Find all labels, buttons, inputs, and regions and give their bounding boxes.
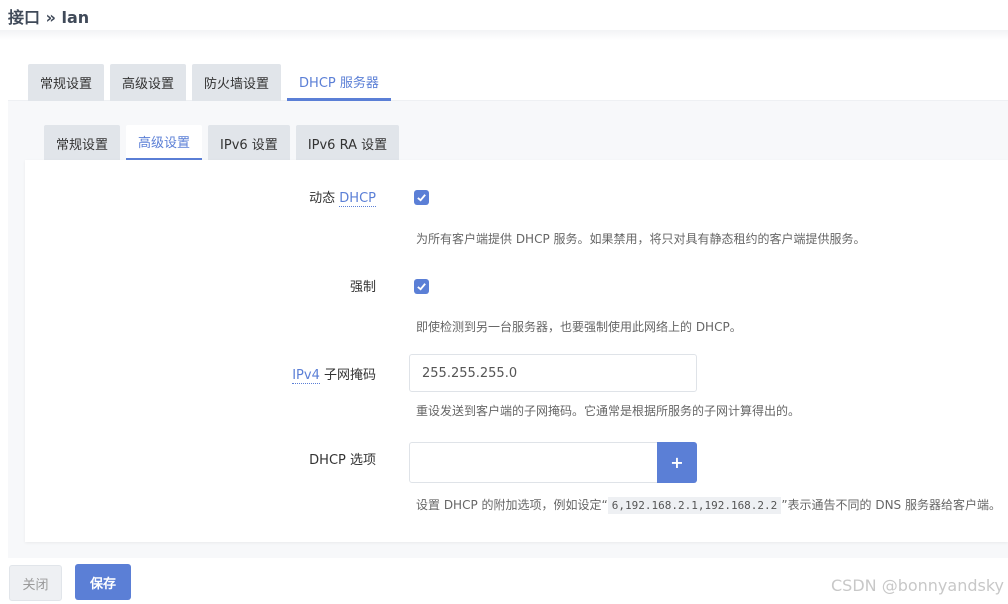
dhcp-options-input[interactable]: [409, 442, 658, 483]
dhcp-options-description: 设置 DHCP 的附加选项，例如设定“ 6,192.168.2.1,192.168…: [416, 496, 1001, 514]
check-icon: [417, 283, 426, 291]
dynamic-dhcp-description: 为所有客户端提供 DHCP 服务。如果禁用，将只对具有静态租约的客户端提供服务。: [416, 232, 866, 246]
dhcp-abbr-link[interactable]: DHCP: [339, 191, 376, 207]
netmask-input[interactable]: 255.255.255.0: [409, 354, 697, 392]
force-label: 强制: [349, 280, 376, 295]
dhcp-options-desc-suffix: ”表示通告不同的 DNS 服务器给客户端。: [781, 498, 1001, 512]
settings-form: 动态 DHCP 为所有客户端提供 DHCP 服务。如果禁用，将只对具有静态租约的…: [25, 160, 1008, 542]
tab-firewall[interactable]: 防火墙设置: [192, 64, 282, 101]
subtab-advanced[interactable]: 高级设置: [126, 125, 203, 161]
tab-dhcp-server[interactable]: DHCP 服务器: [287, 64, 391, 101]
dynamic-dhcp-checkbox[interactable]: [414, 190, 429, 205]
save-button[interactable]: 保存: [75, 564, 131, 600]
sub-tab-bar: 常规设置 高级设置 IPv6 设置 IPv6 RA 设置: [44, 125, 400, 161]
breadcrumb: 接口 » lan: [8, 8, 90, 27]
subtab-ipv6[interactable]: IPv6 设置: [208, 125, 290, 161]
dhcp-options-example-code: 6,192.168.2.1,192.168.2.2: [607, 497, 782, 514]
subtab-ipv6-ra[interactable]: IPv6 RA 设置: [295, 125, 400, 161]
dynamic-dhcp-label: 动态 DHCP: [176, 187, 376, 207]
netmask-label: IPv4 子网掩码: [176, 364, 376, 384]
close-button[interactable]: 关闭: [9, 565, 62, 601]
check-icon: [417, 194, 426, 202]
add-option-button[interactable]: +: [657, 442, 697, 483]
dhcp-options-label: DHCP 选项: [309, 453, 376, 468]
force-checkbox[interactable]: [414, 279, 429, 294]
force-description: 即使检测到另一台服务器，也要强制使用此网络上的 DHCP。: [416, 320, 742, 334]
dhcp-options-desc-prefix: 设置 DHCP 的附加选项，例如设定“: [416, 498, 608, 512]
subtab-general[interactable]: 常规设置: [44, 125, 121, 161]
netmask-description: 重设发送到客户端的子网掩码。它通常是根据所服务的子网计算得出的。: [416, 404, 801, 418]
tab-advanced[interactable]: 高级设置: [110, 64, 187, 101]
tab-general[interactable]: 常规设置: [28, 64, 105, 101]
ipv4-abbr-link[interactable]: IPv4: [292, 368, 320, 384]
dynamic-dhcp-label-text: 动态: [309, 191, 340, 206]
header-divider: [0, 30, 1008, 40]
top-tab-bar: 常规设置 高级设置 防火墙设置 DHCP 服务器: [28, 64, 391, 101]
netmask-label-text: 子网掩码: [319, 368, 376, 383]
watermark: CSDN @bonnyandsky: [831, 576, 1004, 595]
